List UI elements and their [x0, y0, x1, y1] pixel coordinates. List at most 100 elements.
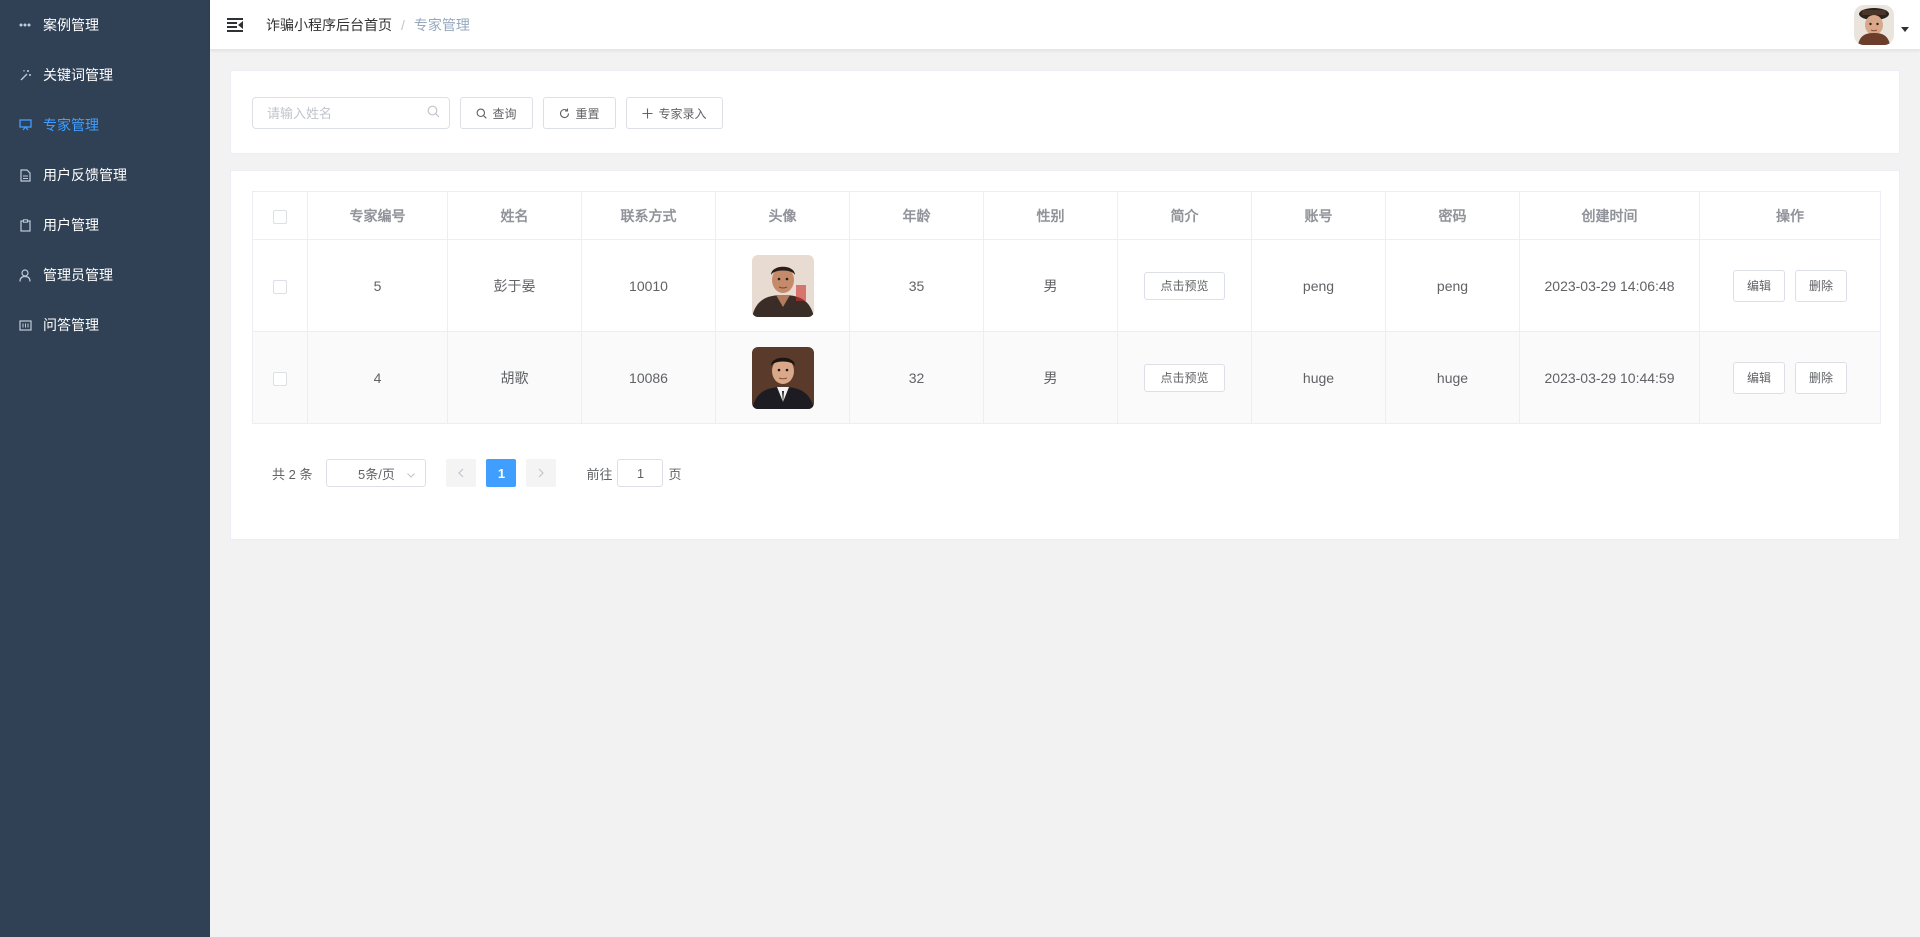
- row-checkbox[interactable]: [273, 279, 287, 294]
- expert-password-cell: peng: [1385, 239, 1520, 332]
- row-actions-cell: 编辑 删除: [1699, 239, 1881, 332]
- edit-button[interactable]: 编辑: [1732, 269, 1785, 302]
- expert-account-cell: huge: [1251, 331, 1386, 424]
- row-checkbox[interactable]: [273, 371, 287, 386]
- sidebar-item-cases[interactable]: 案例管理: [0, 0, 210, 50]
- sidebar-item-label: 用户管理: [43, 217, 99, 233]
- search-panel: 查询 重置 专家录入: [230, 70, 1900, 154]
- caret-down-icon[interactable]: [1901, 26, 1909, 32]
- sidebar-item-feedback[interactable]: 用户反馈管理: [0, 150, 210, 200]
- expert-intro-cell: 点击预览: [1117, 331, 1252, 424]
- avatar[interactable]: [1854, 5, 1894, 45]
- preview-intro-button[interactable]: 点击预览: [1144, 271, 1225, 300]
- prev-page-button[interactable]: [446, 459, 477, 487]
- expert-password-cell: huge: [1385, 331, 1520, 424]
- breadcrumb: 诈骗小程序后台首页 / 专家管理: [266, 15, 470, 35]
- page-jumper: 前往 页: [586, 459, 682, 487]
- column-header: 创建时间: [1519, 191, 1700, 240]
- breadcrumb-separator: /: [401, 16, 405, 33]
- pagination-total: 共 2 条: [272, 466, 313, 482]
- table-row: 4 胡歌 10086 32 男 点击预览 huge huge 2023-03-2…: [252, 331, 1881, 424]
- add-expert-button[interactable]: 专家录入: [626, 97, 723, 129]
- expert-age-cell: 32: [849, 331, 984, 424]
- sidebar-item-label: 案例管理: [43, 17, 99, 33]
- search-icon[interactable]: [427, 105, 440, 118]
- expert-photo[interactable]: [751, 254, 814, 317]
- edit-button[interactable]: 编辑: [1732, 361, 1785, 394]
- column-header: 头像: [715, 191, 850, 240]
- expert-account-cell: peng: [1251, 239, 1386, 332]
- sidebar: 案例管理 关键词管理 专家管理 用户反馈管理 用户管理 管理员管理 问答管理: [0, 0, 210, 937]
- reset-button-label: 重置: [575, 106, 600, 121]
- expert-name-cell: 胡歌: [447, 331, 582, 424]
- expert-photo-cell: [715, 239, 850, 332]
- row-actions-cell: 编辑 删除: [1699, 331, 1881, 424]
- row-select-cell: [252, 331, 308, 424]
- expert-created-cell: 2023-03-29 10:44:59: [1519, 331, 1700, 424]
- expert-name-cell: 彭于晏: [447, 239, 582, 332]
- tickets-icon: [18, 318, 32, 332]
- sidebar-item-label: 用户反馈管理: [43, 167, 127, 183]
- reset-button[interactable]: 重置: [543, 97, 616, 129]
- sidebar-item-label: 问答管理: [43, 317, 99, 333]
- magic-stick-icon: [18, 68, 32, 82]
- goto-page-input[interactable]: [617, 459, 664, 487]
- plus-icon: [642, 108, 653, 119]
- goto-prefix: 前往: [586, 466, 613, 482]
- row-select-cell: [252, 239, 308, 332]
- select-all-checkbox[interactable]: [273, 209, 287, 224]
- column-header: 账号: [1251, 191, 1386, 240]
- expert-table: 专家编号 姓名 联系方式 头像 年龄 性别 简介 账号 密码 创建时间 操作 5…: [252, 191, 1881, 424]
- table-header-row: 专家编号 姓名 联系方式 头像 年龄 性别 简介 账号 密码 创建时间 操作: [252, 191, 1881, 240]
- delete-button[interactable]: 删除: [1795, 361, 1848, 394]
- expert-gender-cell: 男: [983, 239, 1118, 332]
- user-icon: [18, 268, 32, 282]
- delete-button[interactable]: 删除: [1795, 269, 1848, 302]
- expert-age-cell: 35: [849, 239, 984, 332]
- breadcrumb-home[interactable]: 诈骗小程序后台首页: [266, 15, 392, 35]
- sidebar-item-label: 专家管理: [43, 117, 99, 133]
- select-all-cell: [252, 191, 308, 240]
- column-header: 年龄: [849, 191, 984, 240]
- column-header: 操作: [1699, 191, 1881, 240]
- clipboard-icon: [18, 218, 32, 232]
- expert-id-cell: 4: [307, 331, 448, 424]
- column-header: 专家编号: [307, 191, 448, 240]
- top-navbar: 诈骗小程序后台首页 / 专家管理: [210, 0, 1920, 50]
- column-header: 姓名: [447, 191, 582, 240]
- refresh-icon: [559, 108, 570, 119]
- monitor-icon: [18, 118, 32, 132]
- chevron-left-icon: [458, 468, 464, 478]
- expert-contact-cell: 10086: [581, 331, 716, 424]
- next-page-button[interactable]: [526, 459, 557, 487]
- sidebar-item-keywords[interactable]: 关键词管理: [0, 50, 210, 100]
- expert-photo[interactable]: [751, 346, 814, 409]
- sidebar-item-qa[interactable]: 问答管理: [0, 300, 210, 350]
- search-icon: [476, 108, 488, 119]
- column-header: 联系方式: [581, 191, 716, 240]
- column-header: 密码: [1385, 191, 1520, 240]
- expert-contact-cell: 10010: [581, 239, 716, 332]
- sidebar-item-admins[interactable]: 管理员管理: [0, 250, 210, 300]
- expert-photo-cell: [715, 331, 850, 424]
- expert-created-cell: 2023-03-29 14:06:48: [1519, 239, 1700, 332]
- expert-table-panel: 专家编号 姓名 联系方式 头像 年龄 性别 简介 账号 密码 创建时间 操作 5…: [230, 170, 1900, 540]
- sidebar-item-users[interactable]: 用户管理: [0, 200, 210, 250]
- column-header: 性别: [983, 191, 1118, 240]
- table-row: 5 彭于晏 10010 35 男 点击预览 peng peng 2023-03-…: [252, 239, 1881, 332]
- page-size-select[interactable]: 5条/页: [326, 459, 427, 487]
- sidebar-item-experts[interactable]: 专家管理: [0, 100, 210, 150]
- document-icon: [18, 168, 32, 182]
- query-button-label: 查询: [492, 106, 517, 121]
- user-menu[interactable]: [1854, 5, 1909, 45]
- column-header: 简介: [1117, 191, 1252, 240]
- name-search-input[interactable]: [252, 97, 450, 129]
- expert-intro-cell: 点击预览: [1117, 239, 1252, 332]
- page-number-current[interactable]: 1: [486, 459, 517, 487]
- page-size-value: 5条/页: [358, 466, 395, 482]
- preview-intro-button[interactable]: 点击预览: [1144, 363, 1225, 392]
- expert-gender-cell: 男: [983, 331, 1118, 424]
- query-button[interactable]: 查询: [460, 97, 533, 129]
- hamburger-icon[interactable]: [227, 17, 243, 33]
- add-expert-button-label: 专家录入: [658, 106, 707, 121]
